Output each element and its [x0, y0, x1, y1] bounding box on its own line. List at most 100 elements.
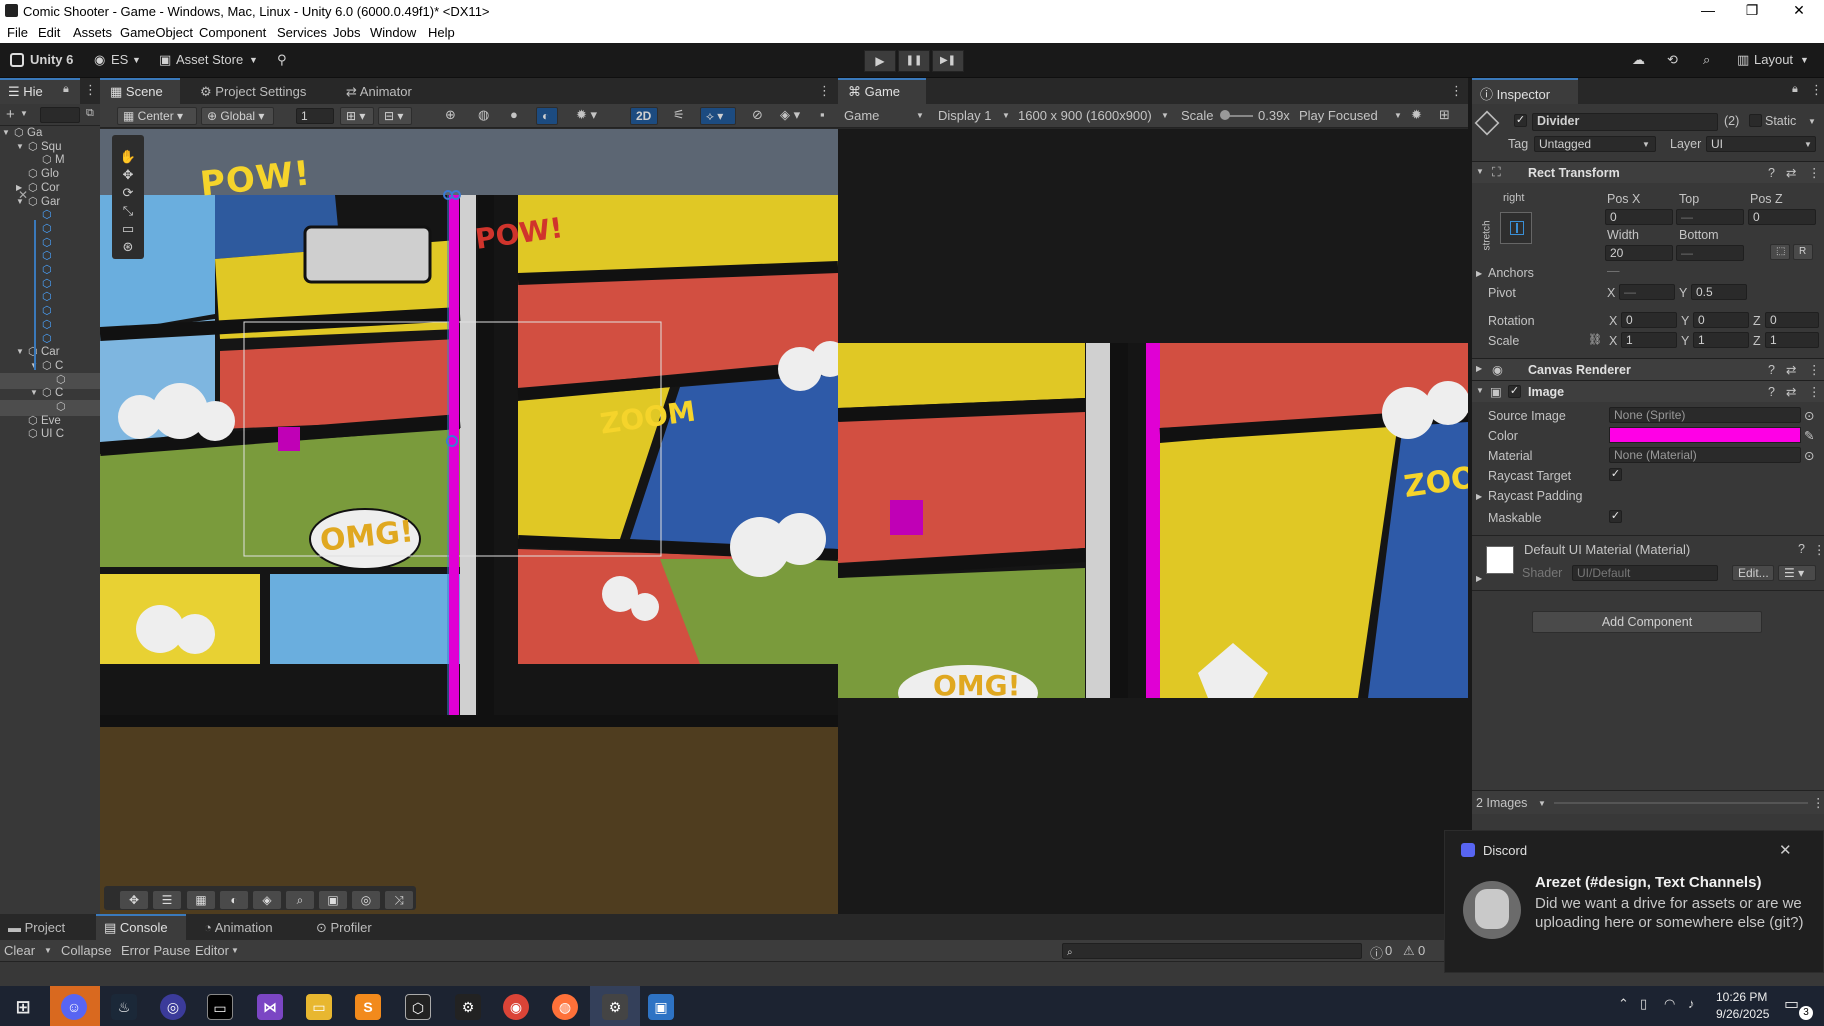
preset-icon[interactable]: ⇄ — [1786, 362, 1796, 377]
more-icon[interactable]: ⋮ — [1808, 384, 1821, 399]
step-button[interactable]: ▶❚ — [932, 50, 964, 72]
add-icon[interactable]: + — [6, 106, 15, 123]
discord-taskbar-icon[interactable]: ☺ — [61, 994, 87, 1020]
overlay-snap-icon[interactable]: ▦ — [187, 891, 215, 909]
game-mode-dropdown[interactable]: Game — [844, 108, 879, 123]
pos-x-input[interactable]: 0 — [1605, 209, 1673, 225]
source-image-field[interactable]: None (Sprite) — [1609, 407, 1801, 423]
image-header[interactable]: ▼ ▣ ✓ Image ? ⇄ ⋮ — [1472, 380, 1824, 402]
windows-start-icon[interactable]: ⊞ — [10, 994, 36, 1020]
active-checkbox[interactable]: ✓ — [1514, 114, 1527, 127]
link-icon[interactable]: ⛓ — [1588, 333, 1602, 346]
warning-icon[interactable]: ⚠ — [1403, 943, 1415, 959]
color-swatch[interactable] — [1609, 427, 1801, 443]
help-icon[interactable]: ? — [1768, 166, 1775, 180]
rotate-tool-icon[interactable]: ⟳ — [114, 183, 142, 203]
overlay-compass-icon[interactable]: ◎ — [352, 891, 380, 909]
scale-slider-handle[interactable] — [1220, 110, 1230, 120]
rotation-x-input[interactable]: 0 — [1621, 312, 1677, 328]
unity-icon[interactable]: ⚙ — [455, 994, 481, 1020]
layer-dropdown[interactable]: UI — [1706, 136, 1816, 152]
object-name-input[interactable]: Divider — [1532, 113, 1718, 131]
cloud-icon[interactable]: ☁ — [1632, 52, 1645, 68]
error-pause-button[interactable]: Error Pause — [121, 943, 190, 958]
overlay-move-icon[interactable]: ✥ — [120, 891, 148, 909]
tab-inspector[interactable]: ⓘ Inspector — [1472, 78, 1578, 104]
more-icon[interactable]: ⋮ — [1810, 82, 1823, 98]
tab-game[interactable]: ⌘ Game — [838, 78, 926, 104]
github-icon[interactable]: ◎ — [160, 994, 186, 1020]
more-icon[interactable]: ⋮ — [1808, 165, 1821, 180]
object-picker-icon[interactable]: ⊙ — [1804, 408, 1814, 423]
pos-z-input[interactable]: 0 — [1748, 209, 1816, 225]
chevron-down-icon[interactable]: ▼ — [2, 128, 10, 137]
menu-assets[interactable]: Assets — [73, 25, 112, 40]
raw-edit-button[interactable]: R — [1793, 244, 1813, 260]
collapse-button[interactable]: Collapse — [61, 943, 112, 958]
scale-z-input[interactable]: 1 — [1765, 332, 1819, 348]
chevron-down-icon[interactable]: ▼ — [16, 347, 24, 356]
tray-device-icon[interactable]: ▯ — [1640, 996, 1647, 1012]
pivot-y-input[interactable]: 0.5 — [1691, 284, 1747, 300]
menu-window[interactable]: Window — [370, 25, 416, 40]
tab-animator[interactable]: ⇄ Animator — [346, 78, 412, 104]
menu-services[interactable]: Services — [277, 25, 327, 40]
visual-studio-icon[interactable]: ⋈ — [257, 994, 283, 1020]
history-icon[interactable]: ⟲ — [1667, 52, 1678, 68]
pivot-dropdown[interactable]: ▦ Center ▾ — [117, 107, 197, 125]
canvas-renderer-header[interactable]: ▶ ◉ Canvas Renderer ? ⇄ ⋮ — [1472, 358, 1824, 380]
help-icon[interactable]: ? — [1798, 542, 1805, 556]
shader-options-button[interactable]: ☰ ▾ — [1778, 565, 1816, 581]
tab-scene[interactable]: ▦ Scene — [100, 78, 180, 104]
gizmos-icon[interactable]: ▪ — [820, 107, 825, 122]
volume-icon[interactable]: ♪ — [1688, 996, 1695, 1011]
filter-icon[interactable]: ⧉ — [86, 107, 94, 120]
shaded-icon[interactable]: ● — [510, 107, 518, 122]
chevron-down-icon[interactable]: ▼ — [30, 388, 38, 397]
discord-close-button[interactable]: ✕ — [1779, 841, 1792, 859]
gizmos-icon[interactable]: ⊞ — [1439, 107, 1450, 123]
tab-profiler[interactable]: ⊙ Profiler — [316, 914, 372, 940]
pause-button[interactable]: ❚❚ — [898, 50, 930, 72]
more-icon[interactable]: ⋮ — [1808, 362, 1821, 377]
more-icon[interactable]: ⋮ — [84, 82, 97, 98]
overlay-grid-icon[interactable]: ☰ — [153, 891, 181, 909]
discord-notification[interactable]: Discord ✕ Arezet (#design, Text Channels… — [1444, 830, 1824, 973]
account-dropdown[interactable]: ES — [111, 52, 128, 67]
unity-editor-icon[interactable]: ⚙ — [602, 994, 628, 1020]
hidden-icon[interactable]: ⊘ — [752, 107, 763, 123]
play-focus-dropdown[interactable]: Play Focused — [1299, 108, 1378, 123]
pivot-x-input[interactable]: — — [1619, 284, 1675, 300]
version-control-icon[interactable]: ⚲ — [277, 52, 287, 68]
close-button[interactable]: ✕ — [1785, 2, 1813, 20]
overlay-shuffle-icon[interactable]: ⤨ — [385, 891, 413, 909]
rotation-y-input[interactable]: 0 — [1693, 312, 1749, 328]
asset-store-button[interactable]: Asset Store — [176, 52, 243, 67]
menu-gameobject[interactable]: GameObject — [120, 25, 193, 40]
wifi-icon[interactable]: ◠ — [1664, 996, 1675, 1012]
more-icon[interactable]: ⋮ — [1813, 542, 1824, 557]
info-count-icon[interactable]: ⓘ — [1370, 943, 1383, 962]
notification-center-icon[interactable]: ▭ — [1784, 994, 1799, 1014]
anchors-label[interactable]: Anchors — [1488, 266, 1534, 280]
clock-date[interactable]: 9/26/2025 — [1716, 1007, 1769, 1021]
more-icon[interactable]: ⋮ — [1812, 795, 1824, 810]
layers-icon[interactable]: ◈ ▾ — [780, 107, 800, 123]
game-viewport[interactable]: OMG! ZOO — [838, 129, 1468, 914]
sublime-icon[interactable]: S — [355, 994, 381, 1020]
transform-tool-icon[interactable]: ⊛ — [114, 237, 142, 257]
hand-tool-icon[interactable]: ✋ — [114, 147, 142, 167]
grid-snap-input[interactable]: 1 — [296, 108, 334, 124]
draw-mode-icon[interactable]: ⊕ — [445, 107, 456, 123]
tag-dropdown[interactable]: Untagged — [1534, 136, 1656, 152]
console-search-input[interactable]: ⌕ — [1062, 943, 1362, 959]
tab-project[interactable]: ▬ Project — [8, 914, 65, 940]
space-dropdown[interactable]: ⊕ Global ▾ — [201, 107, 274, 125]
rotation-z-input[interactable]: 0 — [1765, 312, 1819, 328]
maximize-button[interactable]: ❐ — [1738, 2, 1766, 20]
2d-toggle[interactable]: 2D — [630, 107, 658, 125]
preset-icon[interactable]: ⇄ — [1786, 384, 1796, 399]
lock-icon[interactable]: 🔒︎ — [1792, 83, 1798, 96]
unity-version-label[interactable]: Unity 6 — [30, 52, 73, 67]
scene-viewport[interactable]: POW! POW! ZOOM OMG! ✋ ✥ ⟳ ⤡ ▭ ⊛ — [100, 129, 838, 914]
